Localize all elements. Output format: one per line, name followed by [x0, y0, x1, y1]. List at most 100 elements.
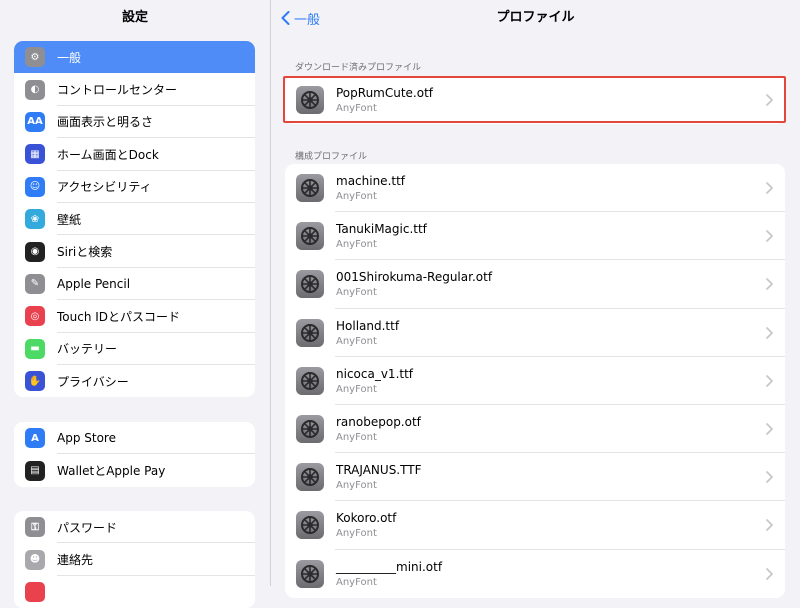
profile-row[interactable]: __________mini.otf AnyFont [285, 550, 785, 598]
profile-row[interactable]: Holland.ttf AnyFont [285, 309, 785, 357]
hand-icon: ✋ [25, 371, 45, 392]
profile-gear-icon [296, 559, 324, 588]
profile-source: AnyFont [336, 335, 377, 347]
pencil-icon: ✎ [25, 273, 45, 294]
profile-gear-icon [296, 415, 324, 444]
profile-gear-icon [296, 463, 324, 492]
profile-gear-icon [296, 366, 324, 395]
profile-name: __________mini.otf [336, 559, 443, 574]
sidebar-item-label: 画面表示と明るさ [57, 115, 154, 130]
sidebar-item-label: ホーム画面とDock [57, 147, 159, 162]
profile-gear-icon [296, 270, 324, 299]
gear-icon: ⚙ [25, 47, 45, 68]
chevron-right-icon [766, 278, 773, 291]
control-center-icon: ◐ [25, 79, 45, 100]
sidebar-item-privacy[interactable]: ✋ プライバシー [14, 365, 255, 397]
nav-bar: プロファイル 一般 [271, 0, 800, 36]
sidebar-group-accounts: ⚿ パスワード ☻ 連絡先 [14, 511, 255, 608]
sidebar-item-label: コントロールセンター [57, 83, 178, 98]
sidebar-item-label: Touch IDとパスコード [57, 309, 181, 324]
key-icon: ⚿ [25, 517, 45, 538]
profile-source: AnyFont [336, 239, 377, 251]
profile-source: AnyFont [336, 528, 377, 540]
profile-name: TRAJANUS.TTF [336, 463, 422, 478]
sidebar-item-label: 一般 [57, 50, 82, 65]
sidebar-item-apple-pencil[interactable]: ✎ Apple Pencil [14, 268, 255, 301]
profile-row-poprumcute[interactable]: PopRumCute.otf AnyFont [285, 76, 785, 124]
profile-source: AnyFont [336, 103, 377, 115]
chevron-right-icon [766, 423, 773, 435]
profile-gear-icon [296, 222, 324, 251]
home-screen-icon: ▦ [25, 144, 45, 165]
profile-gear-icon [296, 511, 324, 540]
profile-name: machine.ttf [336, 174, 406, 189]
sidebar-item-label: アクセシビリティ [57, 180, 152, 195]
sidebar-item-app-store[interactable]: A App Store [14, 422, 255, 455]
profile-name: PopRumCute.otf [336, 86, 434, 101]
profile-gear-icon [296, 174, 324, 203]
profile-gear-icon [296, 318, 324, 347]
chevron-right-icon [766, 519, 773, 532]
sidebar-item-siri[interactable]: ◉ Siriと検索 [14, 235, 255, 269]
sidebar-item-label: 壁紙 [57, 212, 82, 227]
chevron-left-icon [281, 11, 290, 25]
chevron-right-icon [766, 182, 773, 194]
sidebar-item-wallet[interactable]: ▤ WalletとApple Pay [14, 454, 255, 486]
sidebar-item-calendar[interactable] [14, 576, 255, 608]
back-button[interactable]: 一般 [281, 9, 321, 28]
sidebar-item-label: Siriと検索 [57, 245, 113, 260]
chevron-right-icon [766, 375, 773, 387]
sidebar-item-contacts[interactable]: ☻ 連絡先 [14, 543, 255, 577]
siri-icon: ◉ [25, 241, 45, 262]
profile-name: 001Shirokuma-Regular.otf [336, 270, 493, 285]
contacts-icon: ☻ [25, 549, 45, 570]
sidebar-item-home-screen[interactable]: ▦ ホーム画面とDock [14, 138, 255, 171]
profile-name: Holland.ttf [336, 318, 400, 333]
profile-row[interactable]: TRAJANUS.TTF AnyFont [285, 453, 785, 502]
app-store-icon: A [25, 428, 45, 449]
chevron-right-icon [766, 567, 773, 580]
sidebar-item-control-center[interactable]: ◐ コントロールセンター [14, 73, 255, 107]
profile-row[interactable]: machine.ttf AnyFont [285, 164, 785, 213]
calendar-icon [25, 581, 45, 602]
sidebar-item-accessibility[interactable]: ☺ アクセシビリティ [14, 171, 255, 204]
sidebar-item-label: App Store [57, 431, 116, 446]
sidebar-item-passwords[interactable]: ⚿ パスワード [14, 511, 255, 544]
profile-row[interactable]: nicoca_v1.ttf AnyFont [285, 357, 785, 406]
sidebar: 設定 ⚙ 一般 ◐ コントロールセンター AA 画面表示と明るさ ▦ ホーム画面… [0, 0, 271, 608]
sidebar-item-label: 連絡先 [57, 553, 94, 568]
chevron-right-icon [766, 230, 773, 243]
profile-source: AnyFont [336, 287, 377, 299]
sidebar-item-wallpaper[interactable]: ❀ 壁紙 [14, 203, 255, 236]
chevron-right-icon [766, 471, 773, 484]
fingerprint-icon: ◎ [25, 306, 45, 327]
sidebar-item-touch-id[interactable]: ◎ Touch IDとパスコード [14, 300, 255, 333]
profile-row[interactable]: 001Shirokuma-Regular.otf AnyFont [285, 260, 785, 309]
sidebar-item-label: Apple Pencil [57, 276, 131, 291]
profile-row[interactable]: ranobepop.otf AnyFont [285, 405, 785, 454]
back-button-label: 一般 [294, 12, 321, 28]
battery-icon: ▬ [25, 338, 45, 359]
profile-name: TanukiMagic.ttf [336, 222, 427, 237]
wallet-icon: ▤ [25, 460, 45, 481]
profile-name: nicoca_v1.ttf [336, 366, 414, 381]
profile-row[interactable]: Kokoro.otf AnyFont [285, 501, 785, 550]
settings-app: 設定 ⚙ 一般 ◐ コントロールセンター AA 画面表示と明るさ ▦ ホーム画面… [0, 0, 800, 608]
sidebar-item-label: プライバシー [57, 374, 129, 389]
sidebar-item-general[interactable]: ⚙ 一般 [14, 41, 255, 74]
config-profiles-header: 構成プロファイル [295, 152, 368, 162]
profile-name: Kokoro.otf [336, 511, 397, 526]
chevron-right-icon [766, 326, 773, 339]
sidebar-item-label: バッテリー [57, 342, 118, 357]
sidebar-item-display[interactable]: AA 画面表示と明るさ [14, 106, 255, 139]
sidebar-group-store: A App Store ▤ WalletとApple Pay [14, 422, 255, 487]
profile-source: AnyFont [336, 191, 377, 203]
profile-source: AnyFont [336, 383, 377, 395]
profile-row[interactable]: TanukiMagic.ttf AnyFont [285, 212, 785, 261]
downloaded-profiles-header: ダウンロード済みプロファイル [295, 63, 422, 73]
wallpaper-icon: ❀ [25, 209, 45, 230]
sidebar-item-label: パスワード [57, 520, 118, 535]
downloaded-profiles-list: PopRumCute.otf AnyFont [285, 76, 785, 125]
sidebar-item-battery[interactable]: ▬ バッテリー [14, 333, 255, 366]
display-brightness-icon: AA [25, 111, 45, 132]
